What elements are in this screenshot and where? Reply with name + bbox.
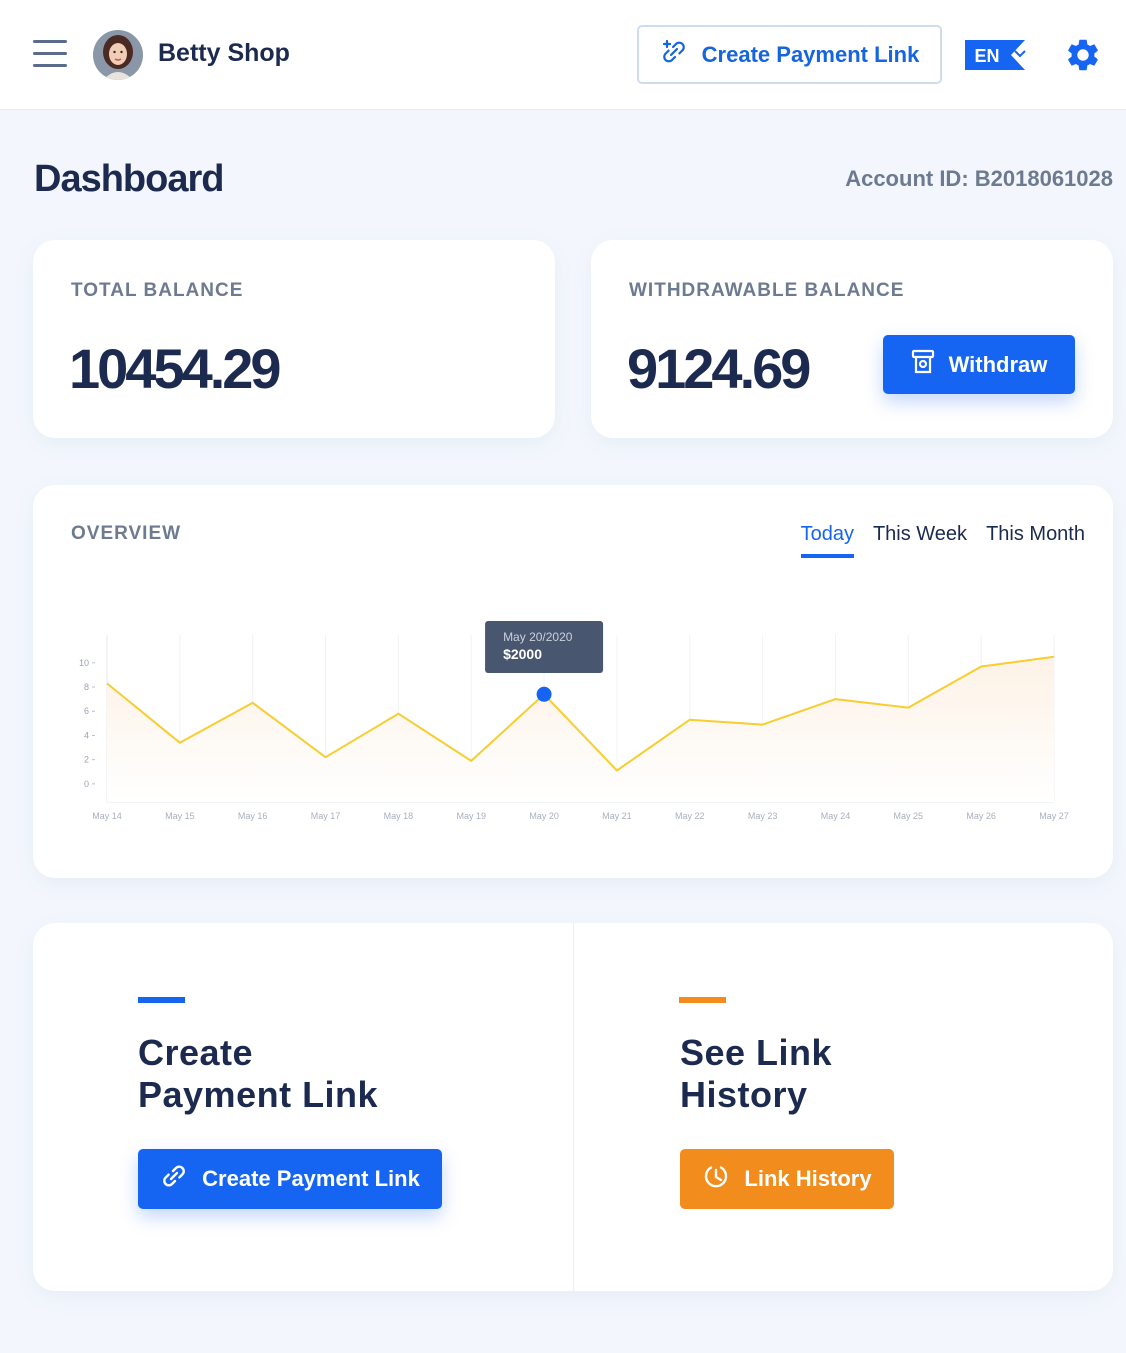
y-tick-label: 2 (84, 755, 89, 765)
overview-card: OVERVIEW Today This Week This Month 0246… (33, 485, 1113, 878)
link-icon (160, 1162, 188, 1196)
history-icon (702, 1162, 730, 1196)
total-balance-card: TOTAL BALANCE 10454.29 (33, 240, 555, 438)
withdrawable-balance-label: WITHDRAWABLE BALANCE (629, 280, 905, 301)
link-history-button[interactable]: Link History (680, 1149, 894, 1209)
x-tick-label: May 21 (602, 811, 632, 821)
language-code: EN (974, 46, 999, 66)
y-tick-label: 8 (84, 682, 89, 692)
chevron-down-icon (1014, 50, 1026, 58)
y-tick-label: 4 (84, 730, 89, 740)
overview-chart: 0 2 4 6 8 10 May 14 May 15 May 16 May 17 May 18 May… (79, 621, 1069, 821)
withdrawable-balance-card: WITHDRAWABLE BALANCE 9124.69 Withdraw (591, 240, 1113, 438)
x-tick-label: May 22 (675, 811, 705, 821)
x-tick-label: May 19 (456, 811, 486, 821)
wallet-icon (911, 348, 935, 382)
x-tick-label: May 26 (966, 811, 996, 821)
actions-card: Create Payment Link Create Payment Link … (33, 923, 1113, 1291)
tooltip-value: $2000 (503, 646, 542, 662)
create-payment-link-heading: Create Payment Link (138, 1032, 378, 1116)
total-balance-value: 10454.29 (69, 337, 282, 400)
highlight-point (536, 686, 552, 702)
language-selector[interactable]: EN (965, 39, 1029, 71)
x-tick-label: May 14 (92, 811, 122, 821)
top-bar: Betty Shop Create Payment Link EN (0, 0, 1126, 110)
create-payment-link-label: Create Payment Link (701, 41, 920, 67)
x-tick-label: May 15 (165, 811, 195, 821)
y-tick-label: 0 (84, 779, 89, 789)
total-balance-label: TOTAL BALANCE (71, 280, 244, 301)
avatar[interactable] (93, 30, 143, 80)
y-tick-label: 10 (79, 658, 89, 668)
divider (573, 923, 574, 1291)
x-tick-label: May 27 (1039, 811, 1069, 821)
history-accent-bar (679, 997, 726, 1003)
create-payment-link-button[interactable]: Create Payment Link (637, 25, 942, 84)
tooltip-date: May 20/2020 (503, 630, 573, 644)
history-heading-line1: See Link (680, 1032, 833, 1073)
create-heading-line2: Payment Link (138, 1074, 379, 1115)
gear-icon[interactable] (1064, 36, 1102, 74)
y-tick-label: 6 (84, 706, 89, 716)
x-tick-label: May 20 (529, 811, 559, 821)
x-tick-label: May 18 (384, 811, 414, 821)
create-accent-bar (138, 997, 185, 1003)
withdraw-label: Withdraw (948, 351, 1048, 377)
x-tick-label: May 24 (821, 811, 851, 821)
shop-name: Betty Shop (158, 39, 290, 67)
link-history-label: Link History (744, 1166, 872, 1191)
withdrawable-balance-value: 9124.69 (627, 337, 811, 400)
menu-icon[interactable] (33, 40, 67, 68)
see-link-history-heading: See Link History (680, 1032, 832, 1116)
x-tick-label: May 23 (748, 811, 778, 821)
area-fill (107, 656, 1054, 802)
create-payment-link-cta-label: Create Payment Link (202, 1166, 420, 1191)
x-tick-label: May 17 (311, 811, 341, 821)
x-tick-label: May 25 (894, 811, 924, 821)
link-plus-icon (660, 38, 688, 72)
create-payment-link-cta-button[interactable]: Create Payment Link (138, 1149, 442, 1209)
withdraw-button[interactable]: Withdraw (883, 335, 1075, 394)
x-tick-label: May 16 (238, 811, 268, 821)
history-heading-line2: History (680, 1074, 808, 1115)
page-title: Dashboard (34, 158, 224, 200)
account-id: Account ID: B2018061028 (845, 166, 1113, 191)
create-heading-line1: Create (138, 1032, 254, 1073)
